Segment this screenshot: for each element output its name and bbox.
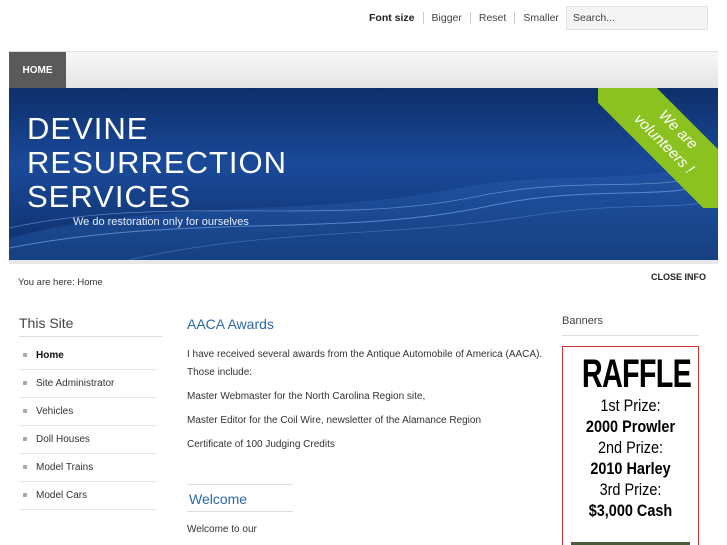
- main-nav: HOME: [9, 51, 718, 89]
- raffle-prize-item: $3,000 Cash: [588, 501, 673, 520]
- article-paragraph: I have received several awards from the …: [187, 349, 543, 378]
- header-divider: [9, 260, 718, 264]
- header-banner: DEVINE RESURRECTION SERVICES We do resto…: [9, 88, 718, 260]
- left-sidebar: This Site Home Site Administrator Vehicl…: [19, 315, 162, 510]
- ribbon-band: We are volunteers !: [598, 88, 718, 208]
- sidebar-title: This Site: [19, 315, 162, 337]
- raffle-prize-item: 2000 Prowler: [585, 417, 676, 436]
- raffle-prize-item: 2010 Harley: [590, 459, 671, 478]
- bullet-icon: [23, 465, 27, 470]
- article-heading[interactable]: AACA Awards: [187, 316, 547, 332]
- main-content: AACA Awards I have received several awar…: [187, 316, 547, 535]
- raffle-prize-label: 3rd Prize:: [599, 480, 662, 499]
- volunteer-ribbon: We are volunteers !: [598, 88, 718, 208]
- font-smaller-link[interactable]: Smaller: [514, 12, 568, 24]
- sidebar-item-doll-houses[interactable]: Doll Houses: [19, 426, 157, 454]
- top-toolbar: Font size Bigger Reset Smaller: [0, 0, 727, 40]
- site-title-line: DEVINE: [27, 111, 149, 146]
- sidebar-item-label: Vehicles: [36, 406, 74, 417]
- sidebar-item-label: Doll Houses: [36, 434, 90, 445]
- sidebar-item-label: Home: [36, 350, 64, 361]
- sidebar-item-site-administrator[interactable]: Site Administrator: [19, 370, 157, 398]
- sidebar-item-label: Model Trains: [36, 462, 94, 473]
- raffle-banner[interactable]: RAFFLE 1st Prize: 2000 Prowler 2nd Prize…: [562, 346, 699, 545]
- raffle-prize-label: 1st Prize:: [600, 396, 661, 415]
- sidebar-item-model-trains[interactable]: Model Trains: [19, 454, 157, 482]
- article-paragraph: Certificate of 100 Judging Credits: [187, 439, 335, 450]
- search-input[interactable]: [566, 6, 708, 30]
- raffle-title: RAFFLE: [581, 352, 692, 396]
- welcome-text: Welcome to our: [187, 524, 257, 535]
- sidebar-item-home[interactable]: Home: [19, 342, 157, 370]
- welcome-heading: Welcome: [189, 491, 248, 507]
- sidebar-item-vehicles[interactable]: Vehicles: [19, 398, 157, 426]
- sidebar-item-label: Model Cars: [36, 490, 88, 501]
- close-info-button[interactable]: CLOSE INFO: [651, 272, 706, 282]
- font-reset-link[interactable]: Reset: [469, 12, 514, 24]
- bullet-icon: [23, 437, 27, 442]
- nav-item-home[interactable]: HOME: [9, 52, 66, 89]
- bullet-icon: [23, 381, 27, 386]
- raffle-prize-label: 2nd Prize:: [597, 438, 664, 457]
- font-size-label: Font size: [369, 12, 415, 24]
- article-paragraph: Master Editor for the Coil Wire, newslet…: [187, 415, 482, 426]
- site-title-line: RESURRECTION: [27, 145, 288, 180]
- sidebar-item-label: Site Administrator: [36, 378, 115, 389]
- site-title: DEVINE RESURRECTION SERVICES: [27, 112, 287, 214]
- font-bigger-link[interactable]: Bigger: [422, 12, 470, 24]
- bullet-icon: [23, 409, 27, 414]
- bullet-icon: [23, 353, 27, 358]
- bullet-icon: [23, 493, 27, 498]
- site-tagline: We do restoration only for ourselves: [73, 216, 249, 228]
- article-paragraph: Master Webmaster for the North Carolina …: [187, 391, 426, 402]
- banners-title: Banners: [562, 315, 699, 336]
- sidebar-item-model-cars[interactable]: Model Cars: [19, 482, 157, 510]
- sidebar-menu: Home Site Administrator Vehicles Doll Ho…: [19, 342, 162, 510]
- breadcrumb: You are here: Home: [18, 277, 103, 288]
- welcome-module: Welcome: [187, 484, 293, 512]
- font-size-controls: Font size Bigger Reset Smaller: [369, 12, 568, 24]
- site-title-line: SERVICES: [27, 179, 192, 214]
- right-sidebar: Banners RAFFLE 1st Prize: 2000 Prowler 2…: [562, 315, 699, 545]
